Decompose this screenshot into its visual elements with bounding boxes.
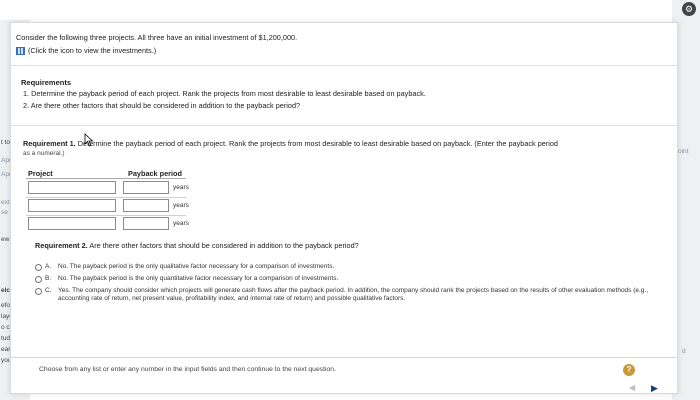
gear-icon[interactable]: ⚙: [682, 2, 696, 16]
answer-option-b[interactable]: B. No. The payback period is the only qu…: [35, 275, 655, 283]
divider: [11, 65, 677, 66]
requirement-1-text: Determine the payback period of each pro…: [75, 139, 558, 148]
unit-label: years: [173, 202, 189, 209]
option-key: B.: [45, 275, 52, 282]
option-key: C.: [45, 287, 52, 294]
option-text: Yes. The company should consider which p…: [58, 287, 649, 302]
payback-input-3[interactable]: [123, 217, 169, 230]
radio-button[interactable]: [35, 288, 42, 295]
help-button[interactable]: ?: [623, 364, 635, 376]
payback-input-2[interactable]: [123, 199, 169, 212]
instructions-text: Choose from any list or enter any number…: [39, 366, 336, 373]
project-select-3[interactable]: [28, 217, 116, 230]
requirement-2-prompt: Requirement 2. Are there other factors t…: [35, 241, 359, 250]
investments-link-label[interactable]: (Click the icon to view the investments.…: [28, 46, 156, 55]
background-fragment: oint: [678, 148, 689, 155]
column-header-project: Project: [28, 169, 53, 178]
row-divider: [26, 215, 186, 216]
column-header-payback: Payback period: [128, 169, 182, 178]
option-text: No. The payback period is the only quant…: [58, 275, 339, 282]
previous-arrow-icon[interactable]: ◀: [629, 383, 639, 393]
option-key: A.: [45, 263, 52, 270]
requirement-item: 1. Determine the payback period of each …: [23, 89, 426, 98]
requirement-1-prompt: Requirement 1. Determine the payback per…: [23, 139, 673, 148]
requirements-title: Requirements: [21, 78, 72, 87]
option-text: No. The payback period is the only quali…: [58, 263, 335, 270]
payback-input-1[interactable]: [123, 181, 169, 194]
question-dialog: Consider the following three projects. A…: [10, 22, 678, 394]
divider: [11, 125, 677, 126]
row-divider: [26, 197, 186, 198]
table-grid-icon[interactable]: [16, 46, 25, 55]
background-top-strip: [0, 0, 700, 18]
requirement-item: 2. Are there other factors that should b…: [23, 101, 301, 110]
table-header-rule: [26, 178, 186, 179]
unit-label: years: [173, 184, 189, 191]
investments-link[interactable]: (Click the icon to view the investments.…: [16, 46, 156, 55]
next-arrow-icon[interactable]: ▶: [651, 383, 661, 393]
background-fragment: ext: [1, 199, 10, 206]
project-select-2[interactable]: [28, 199, 116, 212]
background-fragment: t to: [1, 139, 11, 146]
background-left-top: [0, 0, 30, 20]
project-select-1[interactable]: [28, 181, 116, 194]
mouse-cursor-icon: [84, 133, 94, 147]
requirement-2-text: Are there other factors that should be c…: [87, 241, 359, 250]
footer-divider: [11, 357, 677, 358]
radio-button[interactable]: [35, 264, 42, 271]
question-intro: Consider the following three projects. A…: [16, 33, 298, 42]
unit-label: years: [173, 220, 189, 227]
background-fragment: d: [682, 348, 686, 355]
requirement-1-note: as a numeral.): [23, 150, 65, 157]
requirement-2-label: Requirement 2.: [35, 241, 88, 250]
background-fragment: se: [1, 209, 8, 216]
requirement-1-label: Requirement 1.: [23, 139, 76, 148]
answer-option-c[interactable]: C. Yes. The company should consider whic…: [35, 287, 655, 303]
answer-option-a[interactable]: A. No. The payback period is the only qu…: [35, 263, 655, 271]
radio-button[interactable]: [35, 276, 42, 283]
